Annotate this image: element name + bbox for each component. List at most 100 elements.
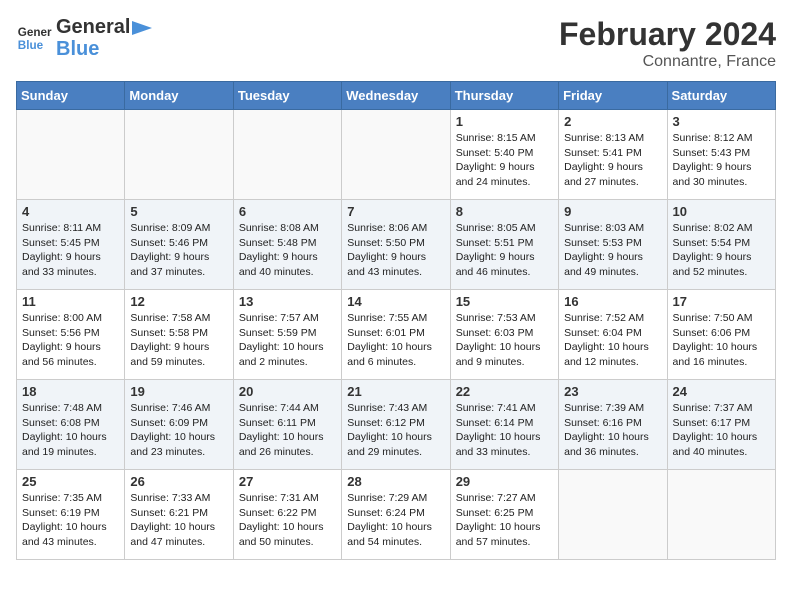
day-number: 19: [130, 384, 227, 399]
calendar-cell: 25 Sunrise: 7:35 AM Sunset: 6:19 PM Dayli…: [17, 470, 125, 560]
logo-blue: Blue: [56, 38, 152, 60]
day-number: 3: [673, 114, 770, 129]
column-header-monday: Monday: [125, 82, 233, 110]
cell-info: Sunrise: 8:02 AM Sunset: 5:54 PM Dayligh…: [673, 221, 770, 280]
cell-info: Sunrise: 8:05 AM Sunset: 5:51 PM Dayligh…: [456, 221, 553, 280]
day-number: 18: [22, 384, 119, 399]
column-header-saturday: Saturday: [667, 82, 775, 110]
cell-info: Sunrise: 7:50 AM Sunset: 6:06 PM Dayligh…: [673, 311, 770, 370]
calendar-cell: 6Sunrise: 8:08 AM Sunset: 5:48 PM Daylig…: [233, 200, 341, 290]
calendar-week-row: 18Sunrise: 7:48 AM Sunset: 6:08 PM Dayli…: [17, 380, 776, 470]
calendar-cell: 18Sunrise: 7:48 AM Sunset: 6:08 PM Dayli…: [17, 380, 125, 470]
calendar-cell: 14 Sunrise: 7:55 AM Sunset: 6:01 PM Dayli…: [342, 290, 450, 380]
day-number: 14: [347, 294, 444, 309]
cell-info: Sunrise: 7:57 AM Sunset: 5:59 PM Dayligh…: [239, 311, 336, 370]
cell-info: Sunrise: 8:11 AM Sunset: 5:45 PM Dayligh…: [22, 221, 119, 280]
calendar-title: February 2024: [559, 16, 776, 53]
calendar-cell: 27 Sunrise: 7:31 AM Sunset: 6:22 PM Dayli…: [233, 470, 341, 560]
calendar-cell: 7 Sunrise: 8:06 AM Sunset: 5:50 PM Daylig…: [342, 200, 450, 290]
calendar-cell: 29 Sunrise: 7:27 AM Sunset: 6:25 PM Dayli…: [450, 470, 558, 560]
day-number: 23: [564, 384, 661, 399]
calendar-cell: 2Sunrise: 8:13 AM Sunset: 5:41 PM Daylig…: [559, 110, 667, 200]
calendar-cell: 10Sunrise: 8:02 AM Sunset: 5:54 PM Dayli…: [667, 200, 775, 290]
calendar-week-row: 4Sunrise: 8:11 AM Sunset: 5:45 PM Daylig…: [17, 200, 776, 290]
day-number: 11: [22, 294, 119, 309]
day-number: 12: [130, 294, 227, 309]
calendar-week-row: 1 Sunrise: 8:15 AM Sunset: 5:40 PM Daylig…: [17, 110, 776, 200]
cell-info: Sunrise: 8:03 AM Sunset: 5:53 PM Dayligh…: [564, 221, 661, 280]
calendar-cell: 28 Sunrise: 7:29 AM Sunset: 6:24 PM Dayli…: [342, 470, 450, 560]
svg-text:General: General: [18, 26, 52, 39]
cell-info: Sunrise: 7:52 AM Sunset: 6:04 PM Dayligh…: [564, 311, 661, 370]
cell-info: Sunrise: 8:09 AM Sunset: 5:46 PM Dayligh…: [130, 221, 227, 280]
cell-info: Sunrise: 7:55 AM Sunset: 6:01 PM Dayligh…: [347, 311, 444, 370]
calendar-cell: 17 Sunrise: 7:50 AM Sunset: 6:06 PM Dayli…: [667, 290, 775, 380]
calendar-cell: 1 Sunrise: 8:15 AM Sunset: 5:40 PM Daylig…: [450, 110, 558, 200]
cell-info: Sunrise: 7:39 AM Sunset: 6:16 PM Dayligh…: [564, 401, 661, 460]
column-header-tuesday: Tuesday: [233, 82, 341, 110]
calendar-cell: [17, 110, 125, 200]
cell-info: Sunrise: 7:53 AM Sunset: 6:03 PM Dayligh…: [456, 311, 553, 370]
day-number: 29: [456, 474, 553, 489]
day-number: 27: [239, 474, 336, 489]
cell-info: Sunrise: 7:35 AM Sunset: 6:19 PM Dayligh…: [22, 491, 119, 550]
column-header-wednesday: Wednesday: [342, 82, 450, 110]
day-number: 28: [347, 474, 444, 489]
calendar-cell: 4Sunrise: 8:11 AM Sunset: 5:45 PM Daylig…: [17, 200, 125, 290]
calendar-cell: 12 Sunrise: 7:58 AM Sunset: 5:58 PM Dayli…: [125, 290, 233, 380]
cell-info: Sunrise: 7:29 AM Sunset: 6:24 PM Dayligh…: [347, 491, 444, 550]
column-header-thursday: Thursday: [450, 82, 558, 110]
column-header-sunday: Sunday: [17, 82, 125, 110]
cell-info: Sunrise: 7:44 AM Sunset: 6:11 PM Dayligh…: [239, 401, 336, 460]
calendar-cell: 19Sunrise: 7:46 AM Sunset: 6:09 PM Dayli…: [125, 380, 233, 470]
calendar-cell: 22 Sunrise: 7:41 AM Sunset: 6:14 PM Dayli…: [450, 380, 558, 470]
page-header: General Blue General Blue February 2024 …: [16, 16, 776, 71]
cell-info: Sunrise: 7:33 AM Sunset: 6:21 PM Dayligh…: [130, 491, 227, 550]
column-header-friday: Friday: [559, 82, 667, 110]
calendar-cell: 3 Sunrise: 8:12 AM Sunset: 5:43 PM Daylig…: [667, 110, 775, 200]
day-number: 1: [456, 114, 553, 129]
svg-text:Blue: Blue: [18, 39, 44, 52]
calendar-cell: 5 Sunrise: 8:09 AM Sunset: 5:46 PM Daylig…: [125, 200, 233, 290]
day-number: 17: [673, 294, 770, 309]
day-number: 5: [130, 204, 227, 219]
cell-info: Sunrise: 7:31 AM Sunset: 6:22 PM Dayligh…: [239, 491, 336, 550]
cell-info: Sunrise: 8:13 AM Sunset: 5:41 PM Dayligh…: [564, 131, 661, 190]
day-number: 7: [347, 204, 444, 219]
calendar-title-block: February 2024 Connantre, France: [559, 16, 776, 71]
day-number: 24: [673, 384, 770, 399]
calendar-cell: [667, 470, 775, 560]
cell-info: Sunrise: 7:41 AM Sunset: 6:14 PM Dayligh…: [456, 401, 553, 460]
cell-info: Sunrise: 8:00 AM Sunset: 5:56 PM Dayligh…: [22, 311, 119, 370]
calendar-header-row: SundayMondayTuesdayWednesdayThursdayFrid…: [17, 82, 776, 110]
cell-info: Sunrise: 7:43 AM Sunset: 6:12 PM Dayligh…: [347, 401, 444, 460]
day-number: 26: [130, 474, 227, 489]
cell-info: Sunrise: 7:27 AM Sunset: 6:25 PM Dayligh…: [456, 491, 553, 550]
day-number: 15: [456, 294, 553, 309]
cell-info: Sunrise: 8:15 AM Sunset: 5:40 PM Dayligh…: [456, 131, 553, 190]
day-number: 13: [239, 294, 336, 309]
cell-info: Sunrise: 8:06 AM Sunset: 5:50 PM Dayligh…: [347, 221, 444, 280]
day-number: 21: [347, 384, 444, 399]
calendar-cell: [559, 470, 667, 560]
calendar-cell: 23 Sunrise: 7:39 AM Sunset: 6:16 PM Dayli…: [559, 380, 667, 470]
logo-icon: General Blue: [16, 20, 52, 56]
calendar-week-row: 11 Sunrise: 8:00 AM Sunset: 5:56 PM Dayli…: [17, 290, 776, 380]
calendar-subtitle: Connantre, France: [559, 53, 776, 71]
calendar-cell: [233, 110, 341, 200]
calendar-cell: [125, 110, 233, 200]
calendar-cell: 21 Sunrise: 7:43 AM Sunset: 6:12 PM Dayli…: [342, 380, 450, 470]
calendar-cell: 26 Sunrise: 7:33 AM Sunset: 6:21 PM Dayli…: [125, 470, 233, 560]
calendar-cell: 16Sunrise: 7:52 AM Sunset: 6:04 PM Dayli…: [559, 290, 667, 380]
calendar-week-row: 25 Sunrise: 7:35 AM Sunset: 6:19 PM Dayli…: [17, 470, 776, 560]
day-number: 9: [564, 204, 661, 219]
cell-info: Sunrise: 8:12 AM Sunset: 5:43 PM Dayligh…: [673, 131, 770, 190]
day-number: 25: [22, 474, 119, 489]
cell-info: Sunrise: 7:37 AM Sunset: 6:17 PM Dayligh…: [673, 401, 770, 460]
day-number: 20: [239, 384, 336, 399]
day-number: 22: [456, 384, 553, 399]
logo-text: General: [56, 16, 152, 38]
calendar-cell: 13 Sunrise: 7:57 AM Sunset: 5:59 PM Dayli…: [233, 290, 341, 380]
cell-info: Sunrise: 7:58 AM Sunset: 5:58 PM Dayligh…: [130, 311, 227, 370]
cell-info: Sunrise: 8:08 AM Sunset: 5:48 PM Dayligh…: [239, 221, 336, 280]
